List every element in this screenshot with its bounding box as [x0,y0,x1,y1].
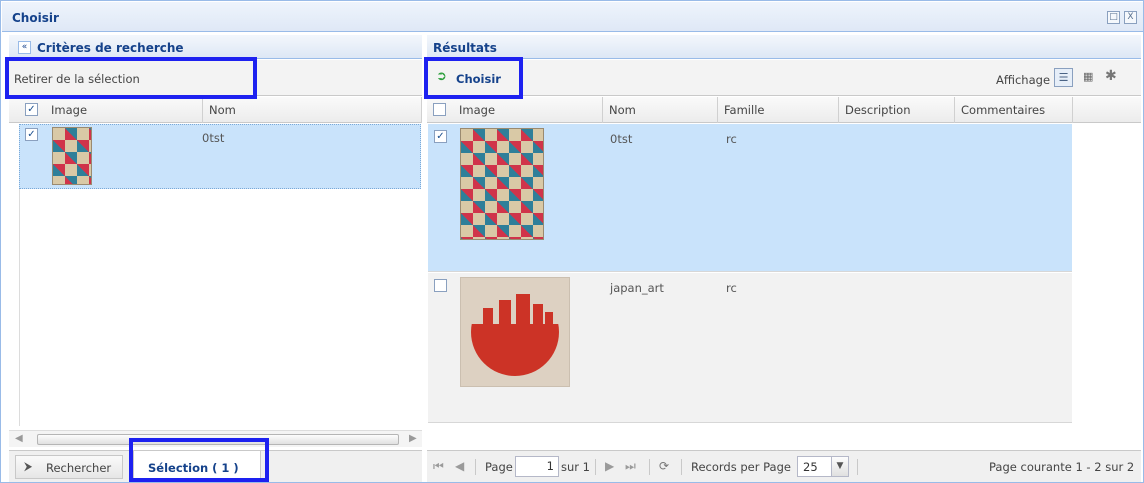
records-per-page-value: 25 [803,460,818,474]
page-input[interactable]: 1 [515,456,559,477]
gear-icon[interactable]: ✱ [1105,68,1117,84]
argyle-thumbnail [52,127,92,185]
records-per-page-select[interactable]: 25 ▼ [797,456,849,477]
column-description[interactable]: Description [839,97,955,123]
scroll-right-icon[interactable]: ▶ [409,433,417,444]
results-grid-header: Image Nom Famille Description Commentair… [427,97,1141,123]
highlight-choose-button [424,57,523,99]
row-checkbox[interactable]: ✓ [434,130,447,143]
column-image[interactable]: Image [453,97,603,123]
choose-dialog: Choisir □ X « Critères de recherche Reti… [0,0,1144,483]
highlight-selection-tab [129,438,269,482]
page-of-label: sur 1 [561,460,590,474]
argyle-thumbnail [460,128,544,240]
building-shape [499,300,511,336]
column-image[interactable]: Image [45,97,203,123]
criteria-panel-header: « Critères de recherche [9,35,422,59]
row-family: rc [726,281,737,295]
select-all-checkbox[interactable]: ✓ [25,103,38,116]
next-page-icon[interactable]: ▶ [605,459,614,473]
grid-view-icon[interactable]: ▦ [1083,70,1093,83]
separator [857,459,858,475]
restore-icon[interactable]: □ [1107,11,1120,24]
row-name: japan_art [610,281,664,295]
separator [475,459,476,475]
building-shape [545,312,553,336]
grid-divider [19,189,20,426]
separator [681,459,682,475]
display-label: Affichage [996,73,1051,87]
japan-art-thumbnail [460,277,570,387]
paging-toolbar: ⏮ ◀ Page 1 sur 1 ▶ ⏭ ⟳ Records per Page … [427,450,1141,482]
row-checkbox[interactable]: ✓ [25,128,38,141]
tab-search-label: Rechercher [46,461,112,475]
row-name: 0tst [610,132,633,146]
page-label: Page [485,460,513,474]
results-toolbar: ➲ Choisir Affichage ☰ ▦ ✱ [427,60,1141,96]
column-comments[interactable]: Commentaires [955,97,1073,123]
row-checkbox[interactable] [434,279,447,292]
building-shape [483,308,493,336]
dialog-title: Choisir [12,11,59,25]
column-name[interactable]: Nom [203,97,422,123]
dialog-titlebar: Choisir □ X [2,2,1143,32]
search-icon: ⮞ [24,459,33,473]
close-icon[interactable]: X [1124,11,1137,24]
building-shape [533,304,543,336]
result-row[interactable]: japan_art rc [428,273,1072,423]
separator [649,459,650,475]
criteria-panel-title: Critères de recherche [37,41,184,55]
results-panel-title: Résultats [433,41,497,55]
highlight-remove-selection [5,57,257,99]
selection-grid-header: ✓ Image Nom [9,97,422,123]
last-page-icon[interactable]: ⏭ [625,459,636,474]
column-family[interactable]: Famille [718,97,839,123]
column-name[interactable]: Nom [603,97,718,123]
separator [595,459,596,475]
select-all-results-checkbox[interactable] [433,103,446,116]
prev-page-icon[interactable]: ◀ [455,459,464,473]
first-page-icon[interactable]: ⏮ [433,459,444,474]
scroll-left-icon[interactable]: ◀ [15,433,23,444]
refresh-icon[interactable]: ⟳ [659,459,669,473]
row-family: rc [726,132,737,146]
building-shape [516,294,530,336]
results-panel-header: Résultats [427,35,1141,59]
list-view-icon[interactable]: ☰ [1054,68,1073,87]
collapse-icon[interactable]: « [18,41,31,54]
tab-search[interactable]: ⮞ Rechercher [15,455,123,479]
result-row[interactable]: ✓ 0tst rc [428,124,1072,272]
paging-status: Page courante 1 - 2 sur 2 [989,460,1135,474]
selection-row[interactable]: ✓ 0tst [19,124,421,189]
dropdown-icon[interactable]: ▼ [831,457,848,476]
row-name: 0tst [202,131,225,145]
records-per-page-label: Records per Page [691,460,791,474]
